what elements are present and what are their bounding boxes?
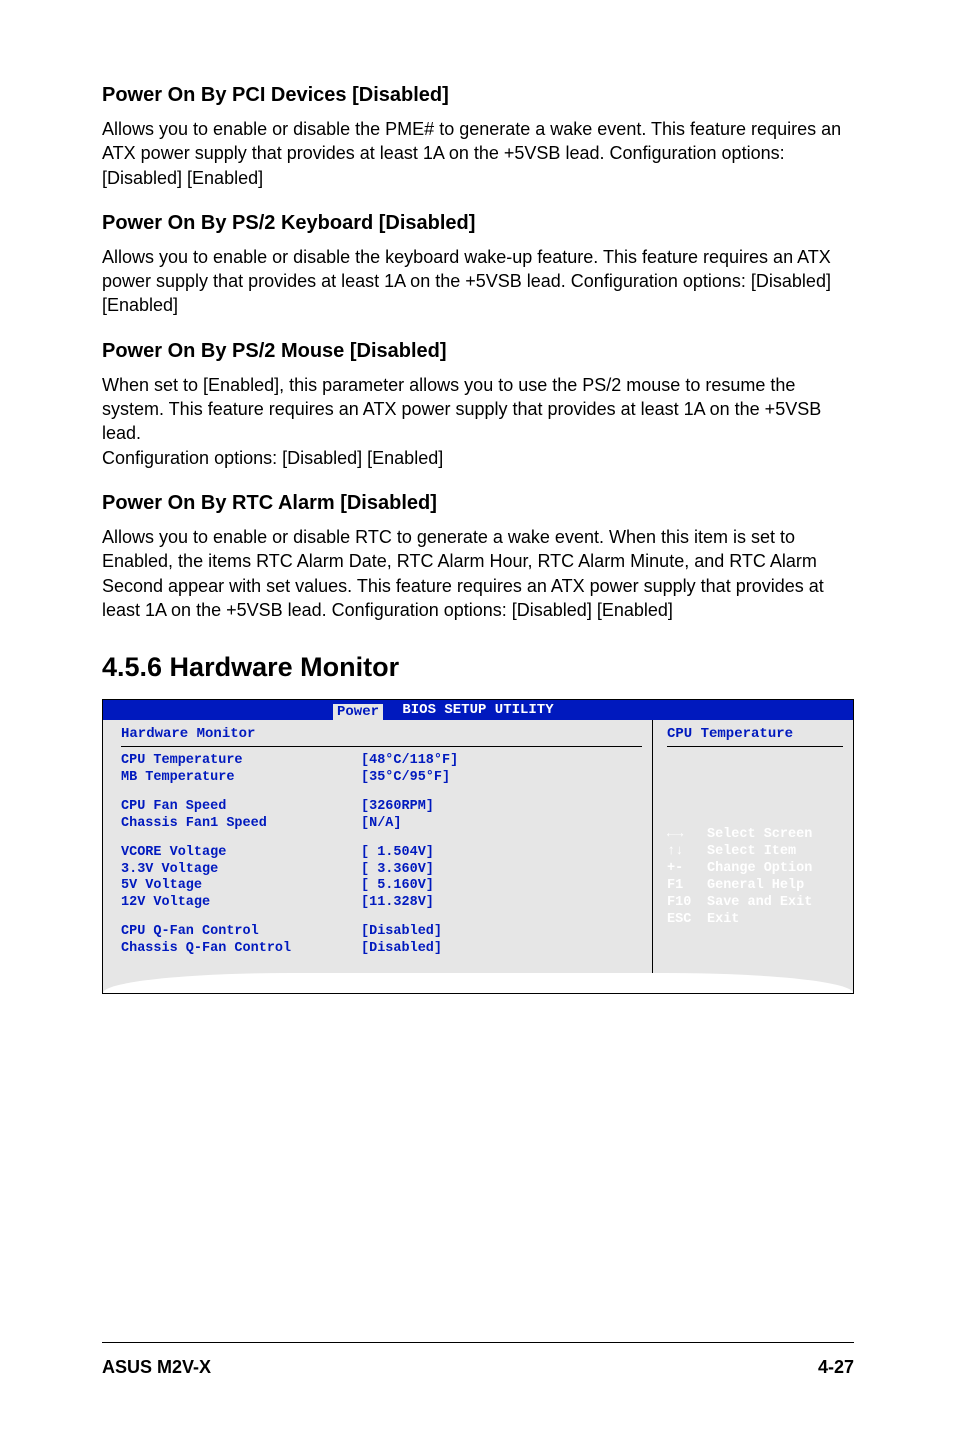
bios-row: 12V Voltage [11.328V] [121, 895, 642, 912]
body-rtc: Allows you to enable or disable RTC to g… [102, 525, 854, 622]
bios-help-key: F1 [667, 878, 707, 895]
bios-help-row: ←→ Select Screen [667, 827, 843, 844]
bios-screenshot: BIOS SETUP UTILITY Power Hardware Monito… [102, 699, 854, 994]
bios-row: CPU Temperature [48°C/118°F] [121, 753, 642, 770]
bios-row: VCORE Voltage [ 1.504V] [121, 845, 642, 862]
bios-help-key: ↑↓ [667, 844, 707, 861]
bios-row-value: [35°C/95°F] [361, 770, 642, 787]
bios-help-row: ↑↓ Select Item [667, 844, 843, 861]
bios-title-bar: BIOS SETUP UTILITY Power [103, 700, 853, 720]
bios-row-label: CPU Q-Fan Control [121, 924, 361, 941]
bios-help-label: Select Item [707, 844, 796, 861]
bios-row-label: 5V Voltage [121, 878, 361, 895]
bios-title: BIOS SETUP UTILITY [402, 702, 553, 718]
bios-help-row: F10 Save and Exit [667, 895, 843, 912]
bios-row: MB Temperature [35°C/95°F] [121, 770, 642, 787]
bios-help-key: ←→ [667, 827, 707, 844]
bios-row: 5V Voltage [ 5.160V] [121, 878, 642, 895]
bios-help-key: F10 [667, 895, 707, 912]
bios-right-title: CPU Temperature [667, 726, 843, 747]
bios-left-title: Hardware Monitor [121, 726, 642, 747]
bios-help-label: Change Option [707, 861, 812, 878]
bios-tab: Power [333, 704, 383, 720]
body-ps2kb: Allows you to enable or disable the keyb… [102, 245, 854, 318]
bios-row-label: Chassis Q-Fan Control [121, 941, 361, 958]
bios-bottom-curve [103, 973, 853, 993]
body-ps2mouse: When set to [Enabled], this parameter al… [102, 373, 854, 470]
bios-row-value: [Disabled] [361, 924, 642, 941]
bios-row: CPU Fan Speed [3260RPM] [121, 799, 642, 816]
bios-row-value: [ 3.360V] [361, 862, 642, 879]
bios-row-value: [11.328V] [361, 895, 642, 912]
heading-ps2kb: Power On By PS/2 Keyboard [Disabled] [102, 212, 854, 235]
bios-help-row: +- Change Option [667, 861, 843, 878]
bios-row-label: CPU Temperature [121, 753, 361, 770]
bios-right-panel: CPU Temperature ←→ Select Screen ↑↓ Sele… [653, 720, 853, 974]
bios-help-key: ESC [667, 912, 707, 929]
bios-row-value: [3260RPM] [361, 799, 642, 816]
bios-row-value: [Disabled] [361, 941, 642, 958]
bios-row: CPU Q-Fan Control [Disabled] [121, 924, 642, 941]
heading-pci: Power On By PCI Devices [Disabled] [102, 84, 854, 107]
bios-row-label: VCORE Voltage [121, 845, 361, 862]
bios-help-row: F1 General Help [667, 878, 843, 895]
bios-row-label: 3.3V Voltage [121, 862, 361, 879]
bios-help-label: Save and Exit [707, 895, 812, 912]
bios-row-label: CPU Fan Speed [121, 799, 361, 816]
footer-left: ASUS M2V-X [102, 1357, 211, 1378]
bios-row-label: Chassis Fan1 Speed [121, 816, 361, 833]
bios-row-value: [N/A] [361, 816, 642, 833]
bios-help-block: ←→ Select Screen ↑↓ Select Item +- Chang… [667, 827, 843, 928]
bios-help-label: General Help [707, 878, 804, 895]
footer-right: 4-27 [818, 1357, 854, 1378]
heading-ps2mouse: Power On By PS/2 Mouse [Disabled] [102, 340, 854, 363]
body-pci: Allows you to enable or disable the PME#… [102, 117, 854, 190]
bios-row-label: 12V Voltage [121, 895, 361, 912]
bios-left-panel: Hardware Monitor CPU Temperature [48°C/1… [103, 720, 653, 974]
bios-help-row: ESC Exit [667, 912, 843, 929]
subsection-title: 4.5.6 Hardware Monitor [102, 652, 854, 683]
bios-row-value: [ 1.504V] [361, 845, 642, 862]
page-footer: ASUS M2V-X 4-27 [102, 1342, 854, 1378]
bios-help-key: +- [667, 861, 707, 878]
bios-row-value: [ 5.160V] [361, 878, 642, 895]
bios-row: 3.3V Voltage [ 3.360V] [121, 862, 642, 879]
bios-row: Chassis Q-Fan Control [Disabled] [121, 941, 642, 958]
bios-row-value: [48°C/118°F] [361, 753, 642, 770]
bios-help-label: Select Screen [707, 827, 812, 844]
heading-rtc: Power On By RTC Alarm [Disabled] [102, 492, 854, 515]
bios-row-label: MB Temperature [121, 770, 361, 787]
bios-help-label: Exit [707, 912, 739, 929]
bios-row: Chassis Fan1 Speed [N/A] [121, 816, 642, 833]
